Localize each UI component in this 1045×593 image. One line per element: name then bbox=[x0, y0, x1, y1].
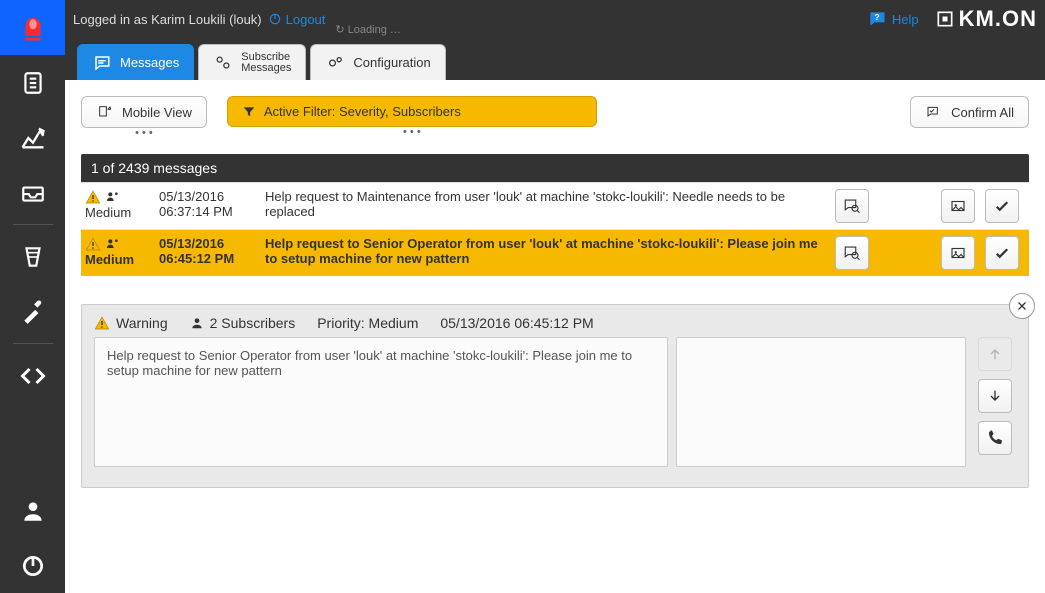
svg-text:?: ? bbox=[874, 12, 879, 22]
archive-message-button[interactable] bbox=[941, 189, 975, 223]
sidebar-item-user[interactable] bbox=[0, 483, 65, 538]
sidebar-item-tools[interactable] bbox=[0, 284, 65, 339]
message-text: Help request to Maintenance from user 'l… bbox=[265, 189, 829, 223]
mobile-view-button[interactable]: Mobile View bbox=[81, 96, 207, 128]
message-counter: 1 of 2439 messages bbox=[81, 154, 1029, 182]
sidebar-item-analytics[interactable] bbox=[0, 110, 65, 165]
logged-in-label: Logged in as Karim Loukili (louk) bbox=[73, 12, 262, 27]
confirm-message-button[interactable] bbox=[985, 189, 1019, 223]
confirm-all-button[interactable]: Confirm All bbox=[910, 96, 1029, 128]
inspect-message-button[interactable] bbox=[835, 189, 869, 223]
message-timestamp: 05/13/201606:45:12 PM bbox=[159, 236, 259, 270]
sidebar-divider bbox=[13, 224, 53, 225]
check-icon bbox=[993, 244, 1011, 262]
detail-body-text: Help request to Senior Operator from use… bbox=[94, 337, 668, 467]
scroll-up-button[interactable] bbox=[978, 337, 1012, 371]
arrow-up-icon bbox=[987, 346, 1003, 362]
confirm-all-icon bbox=[925, 104, 943, 120]
subscribers-small-icon bbox=[105, 236, 121, 252]
dots-indicator: • • • bbox=[403, 129, 421, 135]
topbar: Logged in as Karim Loukili (louk) Logout… bbox=[65, 0, 1045, 38]
user-icon bbox=[20, 498, 46, 524]
phone-icon bbox=[986, 429, 1004, 447]
gears-icon bbox=[325, 53, 345, 73]
chat-search-icon bbox=[843, 244, 861, 262]
gears-small-icon bbox=[213, 53, 233, 73]
inbox-icon bbox=[20, 180, 46, 206]
image-icon bbox=[949, 244, 967, 262]
chat-search-icon bbox=[843, 197, 861, 215]
message-row[interactable]: Medium 05/13/201606:37:14 PM Help reques… bbox=[81, 182, 1029, 229]
tabs-bar: Messages SubscribeMessages Configuration bbox=[65, 38, 1045, 80]
mobile-view-icon bbox=[96, 104, 114, 120]
arrow-down-icon bbox=[987, 388, 1003, 404]
confirm-message-button[interactable] bbox=[985, 236, 1019, 270]
severity-label: Medium bbox=[85, 252, 134, 267]
warning-triangle-icon bbox=[85, 189, 101, 205]
detail-secondary-panel bbox=[676, 337, 966, 467]
close-icon bbox=[1016, 300, 1028, 312]
detail-timestamp: 05/13/2016 06:45:12 PM bbox=[440, 315, 593, 331]
detail-priority-label: Priority: Medium bbox=[317, 315, 418, 331]
alarm-light-icon bbox=[18, 13, 48, 43]
detail-warning-label: Warning bbox=[116, 315, 168, 331]
tab-configuration[interactable]: Configuration bbox=[310, 44, 445, 80]
loading-indicator: ↻ Loading … bbox=[335, 23, 401, 36]
power-small-icon bbox=[268, 12, 282, 26]
message-timestamp: 05/13/201606:37:14 PM bbox=[159, 189, 259, 223]
content-area: Mobile View • • • Active Filter: Severit… bbox=[65, 80, 1045, 593]
main-area: Logged in as Karim Loukili (louk) Logout… bbox=[65, 0, 1045, 593]
sidebar-item-code[interactable] bbox=[0, 348, 65, 403]
chart-line-icon bbox=[19, 124, 47, 152]
screwdriver-icon bbox=[20, 299, 46, 325]
active-filter-button[interactable]: Active Filter: Severity, Subscribers bbox=[227, 96, 597, 127]
detail-subscribers-label: 2 Subscribers bbox=[210, 315, 296, 331]
sidebar-item-inbox[interactable] bbox=[0, 165, 65, 220]
sidebar-item-alarm[interactable] bbox=[0, 0, 65, 55]
inspect-message-button[interactable] bbox=[835, 236, 869, 270]
help-link[interactable]: ? Help bbox=[866, 9, 919, 29]
subscribers-small-icon bbox=[105, 189, 121, 205]
help-chat-icon: ? bbox=[866, 9, 888, 29]
tab-label: SubscribeMessages bbox=[241, 52, 291, 74]
code-icon bbox=[19, 362, 47, 390]
check-icon bbox=[993, 197, 1011, 215]
clipboard-list-icon bbox=[20, 70, 46, 96]
user-small-icon bbox=[190, 316, 204, 330]
archive-message-button[interactable] bbox=[941, 236, 975, 270]
left-sidebar bbox=[0, 0, 65, 593]
tab-label: Messages bbox=[120, 55, 179, 70]
tab-messages[interactable]: Messages bbox=[77, 44, 194, 80]
sidebar-item-clipboard[interactable] bbox=[0, 55, 65, 110]
close-detail-button[interactable] bbox=[1009, 293, 1035, 319]
message-text: Help request to Senior Operator from use… bbox=[265, 236, 829, 270]
logout-link[interactable]: Logout bbox=[268, 12, 326, 27]
spool-icon bbox=[20, 244, 46, 270]
sidebar-divider-2 bbox=[13, 343, 53, 344]
funnel-icon bbox=[242, 105, 256, 119]
power-icon bbox=[20, 553, 46, 579]
tab-subscribe-messages[interactable]: SubscribeMessages bbox=[198, 44, 306, 80]
logo-mark-icon bbox=[935, 9, 955, 29]
severity-label: Medium bbox=[85, 205, 131, 220]
sidebar-item-power[interactable] bbox=[0, 538, 65, 593]
call-button[interactable] bbox=[978, 421, 1012, 455]
tab-label: Configuration bbox=[353, 55, 430, 70]
messages-list: Medium 05/13/201606:37:14 PM Help reques… bbox=[81, 182, 1029, 276]
warning-triangle-icon bbox=[94, 315, 110, 331]
message-detail-panel: Warning 2 Subscribers Priority: Medium 0… bbox=[81, 304, 1029, 488]
filter-label: Active Filter: Severity, Subscribers bbox=[264, 104, 461, 119]
button-label: Confirm All bbox=[951, 105, 1014, 120]
dots-indicator: • • • bbox=[135, 130, 153, 136]
message-toolbar: Mobile View • • • Active Filter: Severit… bbox=[81, 96, 1029, 136]
message-row[interactable]: Medium 05/13/201606:45:12 PM Help reques… bbox=[81, 229, 1029, 276]
sidebar-item-machine[interactable] bbox=[0, 229, 65, 284]
button-label: Mobile View bbox=[122, 105, 192, 120]
brand-logo: KM.ON bbox=[935, 6, 1037, 32]
chat-icon bbox=[92, 54, 112, 72]
scroll-down-button[interactable] bbox=[978, 379, 1012, 413]
image-icon bbox=[949, 197, 967, 215]
warning-triangle-icon bbox=[85, 236, 101, 252]
detail-header: Warning 2 Subscribers Priority: Medium 0… bbox=[94, 315, 1016, 331]
